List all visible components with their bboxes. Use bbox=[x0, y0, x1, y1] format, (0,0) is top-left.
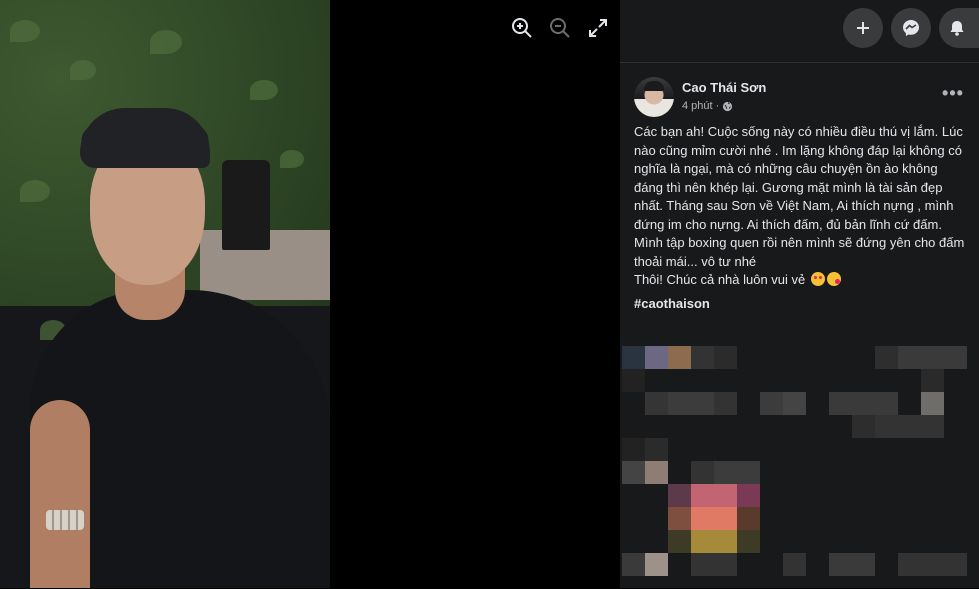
zoom-out-icon[interactable] bbox=[546, 14, 574, 42]
post-body-closing: Thôi! Chúc cả nhà luôn vui vẻ bbox=[634, 271, 968, 290]
post-author: Cao Thái Sơn 4 phút · bbox=[634, 77, 766, 117]
post-timestamp: 4 phút · bbox=[682, 98, 766, 114]
post-photo[interactable] bbox=[0, 0, 330, 588]
avatar[interactable] bbox=[634, 77, 674, 117]
photo-viewer bbox=[0, 0, 620, 588]
zoom-in-icon[interactable] bbox=[508, 14, 536, 42]
notifications-bell-icon[interactable] bbox=[939, 8, 979, 48]
post-body-closing-text: Thôi! Chúc cả nhà luôn vui vẻ bbox=[634, 272, 806, 287]
post-card: Cao Thái Sơn 4 phút · ••• Các bạn ah! Cu… bbox=[620, 62, 979, 589]
post-body: Các bạn ah! Cuộc sống này có nhiều điều … bbox=[634, 123, 968, 290]
pixelated-comments-area bbox=[620, 346, 979, 589]
post-panel: Cao Thái Sơn 4 phút · ••• Các bạn ah! Cu… bbox=[620, 0, 979, 588]
face-blowing-kiss-icon bbox=[826, 272, 841, 286]
smiling-face-with-hearts-icon bbox=[810, 272, 825, 286]
fullscreen-icon[interactable] bbox=[584, 14, 612, 42]
create-plus-icon[interactable] bbox=[843, 8, 883, 48]
globe-icon bbox=[723, 101, 733, 111]
messenger-icon[interactable] bbox=[891, 8, 931, 48]
hashtag-link[interactable]: #caothaison bbox=[634, 296, 710, 311]
post-body-paragraph: Các bạn ah! Cuộc sống này có nhiều điều … bbox=[634, 124, 965, 269]
header-actions bbox=[843, 8, 979, 48]
post-time-label[interactable]: 4 phút bbox=[682, 98, 713, 114]
author-name[interactable]: Cao Thái Sơn bbox=[682, 80, 766, 96]
more-options-button[interactable]: ••• bbox=[941, 83, 965, 103]
